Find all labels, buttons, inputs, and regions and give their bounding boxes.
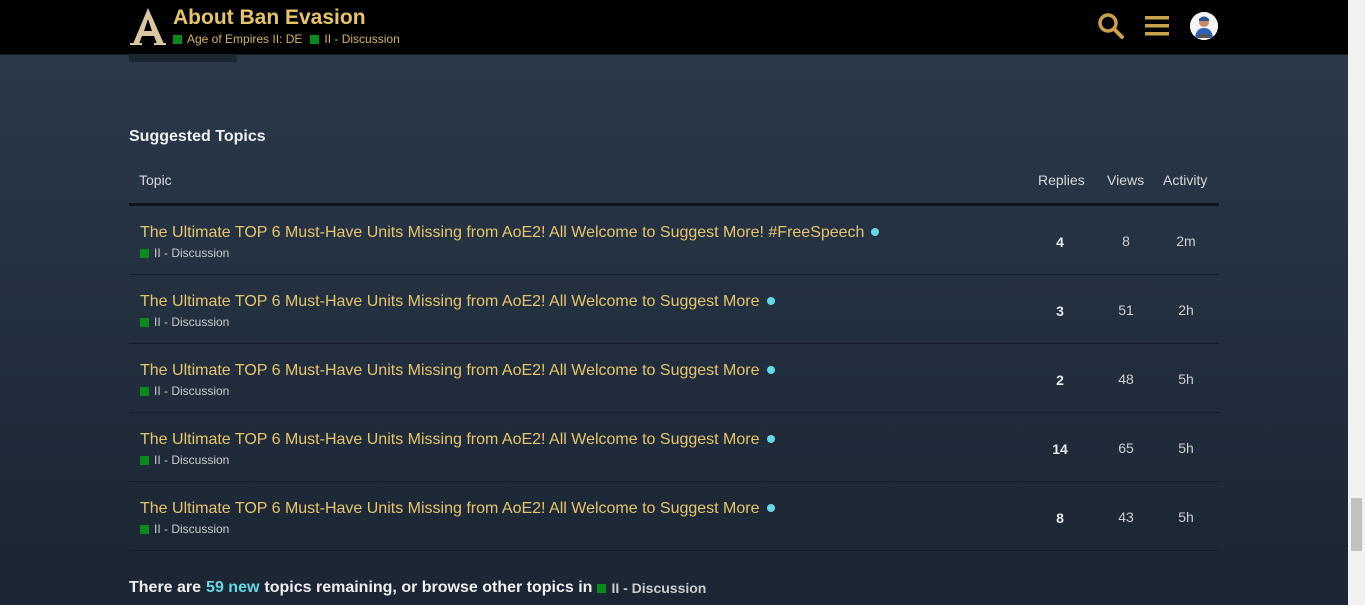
site-header: About Ban Evasion Age of Empires II: DE … [0, 0, 1348, 55]
search-icon[interactable] [1097, 12, 1125, 40]
replies-count[interactable]: 3 [1035, 303, 1085, 319]
topic-category[interactable]: II - Discussion [140, 522, 229, 536]
activity-time[interactable]: 2m [1161, 233, 1211, 249]
breadcrumb-category-discussion[interactable]: II - Discussion [310, 32, 400, 46]
views-count: 51 [1118, 302, 1134, 318]
category-label: II - Discussion [154, 246, 230, 260]
more-topics-prefix: There are [129, 579, 202, 596]
topic-row: The Ultimate TOP 6 Must-Have Units Missi… [129, 206, 1219, 275]
new-topic-dot-icon [871, 227, 880, 236]
views-count: 43 [1118, 509, 1134, 525]
replies-count[interactable]: 14 [1035, 441, 1085, 457]
new-topic-dot-icon [766, 296, 775, 305]
topic-row: The Ultimate TOP 6 Must-Have Units Missi… [129, 482, 1219, 551]
topic-title-text: The Ultimate TOP 6 Must-Have Units Missi… [140, 293, 760, 310]
topic-row: The Ultimate TOP 6 Must-Have Units Missi… [129, 275, 1219, 344]
activity-time[interactable]: 5h [1161, 440, 1211, 456]
site-logo[interactable] [129, 6, 167, 46]
category-label: II - Discussion [154, 384, 230, 398]
category-badge-icon [140, 455, 149, 465]
category-label: II - Discussion [154, 315, 230, 329]
topic-title-text: The Ultimate TOP 6 Must-Have Units Missi… [140, 224, 865, 241]
category-badge-icon [597, 583, 607, 593]
column-topic: Topic [139, 172, 172, 188]
topic-link[interactable]: The Ultimate TOP 6 Must-Have Units Missi… [140, 293, 775, 311]
category-badge-icon [140, 386, 149, 396]
topic-category[interactable]: II - Discussion [140, 453, 229, 467]
category-label: II - Discussion [154, 522, 230, 536]
category-badge-icon [140, 248, 149, 258]
activity-time[interactable]: 5h [1161, 509, 1211, 525]
user-avatar[interactable] [1190, 12, 1218, 40]
breadcrumb-label: Age of Empires II: DE [187, 32, 303, 46]
topic-row: The Ultimate TOP 6 Must-Have Units Missi… [129, 413, 1219, 482]
new-topic-dot-icon [766, 365, 775, 374]
new-topic-dot-icon [766, 434, 775, 443]
topic-link[interactable]: The Ultimate TOP 6 Must-Have Units Missi… [140, 362, 775, 380]
breadcrumb-category-aoe2[interactable]: Age of Empires II: DE [173, 32, 302, 46]
replies-count[interactable]: 4 [1035, 234, 1085, 250]
more-topics-line: There are 59 new topics remaining, or br… [129, 579, 706, 597]
topic-link[interactable]: The Ultimate TOP 6 Must-Have Units Missi… [140, 431, 775, 449]
topic-row: The Ultimate TOP 6 Must-Have Units Missi… [129, 344, 1219, 413]
category-badge-icon [310, 34, 320, 44]
category-badge-icon [140, 317, 149, 327]
views-count: 8 [1122, 233, 1130, 249]
new-topic-dot-icon [766, 503, 775, 512]
views-count: 65 [1118, 440, 1134, 456]
category-badge-icon [140, 524, 149, 534]
replies-count[interactable]: 8 [1035, 510, 1085, 526]
topic-category[interactable]: II - Discussion [140, 246, 229, 260]
previous-content-bar [129, 54, 237, 62]
category-label: II - Discussion [154, 453, 230, 467]
column-activity: Activity [1163, 172, 1208, 188]
topic-title-text: The Ultimate TOP 6 Must-Have Units Missi… [140, 431, 760, 448]
topic-link[interactable]: The Ultimate TOP 6 Must-Have Units Missi… [140, 224, 880, 242]
topic-title-text: The Ultimate TOP 6 Must-Have Units Missi… [140, 362, 760, 379]
breadcrumb: Age of Empires II: DE II - Discussion [173, 32, 408, 46]
category-label: II - Discussion [611, 580, 707, 596]
activity-time[interactable]: 5h [1161, 371, 1211, 387]
hamburger-menu-icon[interactable] [1144, 12, 1172, 40]
suggested-topics-table: Topic Replies Views Activity The Ultimat… [129, 160, 1219, 551]
breadcrumb-label: II - Discussion [324, 32, 400, 46]
topic-title-text: The Ultimate TOP 6 Must-Have Units Missi… [140, 500, 760, 517]
new-topics-link[interactable]: 59 new [206, 579, 259, 597]
suggested-topics-heading: Suggested Topics [129, 128, 266, 145]
browse-category-link[interactable]: II - Discussion [597, 580, 706, 596]
category-badge-icon [173, 34, 182, 44]
views-count: 48 [1118, 371, 1134, 387]
column-views: Views [1107, 172, 1145, 188]
replies-count[interactable]: 2 [1035, 372, 1085, 388]
table-header: Topic Replies Views Activity [129, 160, 1219, 206]
scrollbar-thumb[interactable] [1351, 498, 1362, 551]
topic-category[interactable]: II - Discussion [140, 315, 229, 329]
more-topics-middle: topics remaining, or browse other topics… [264, 579, 593, 596]
column-replies: Replies [1038, 172, 1085, 188]
topic-category[interactable]: II - Discussion [140, 384, 229, 398]
topic-link[interactable]: The Ultimate TOP 6 Must-Have Units Missi… [140, 500, 775, 518]
activity-time[interactable]: 2h [1161, 302, 1211, 318]
topic-title[interactable]: About Ban Evasion [173, 6, 366, 30]
